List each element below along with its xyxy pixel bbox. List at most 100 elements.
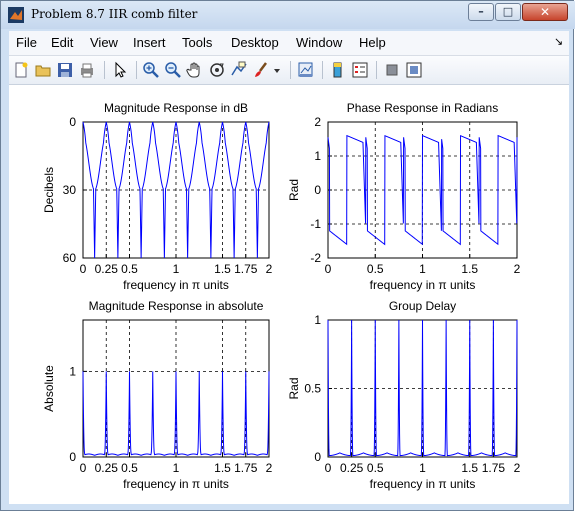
insert-legend-icon[interactable]: [351, 61, 369, 79]
show-plot-tools-icon[interactable]: [405, 61, 423, 79]
data-cursor-icon[interactable]: [230, 61, 248, 79]
minimize-icon: –: [478, 5, 484, 18]
x-tick-label: 0.5: [367, 262, 384, 276]
y-tick-label: 2: [314, 115, 321, 129]
dock-arrow-icon[interactable]: ↘: [554, 35, 563, 48]
hide-plot-tools-icon[interactable]: [383, 61, 401, 79]
subplot-3: [82, 319, 270, 458]
zoom-in-icon[interactable]: [142, 61, 160, 79]
close-button[interactable]: ✕: [522, 3, 568, 21]
insert-colorbar-icon[interactable]: [329, 61, 347, 79]
zoom-out-icon[interactable]: [164, 61, 182, 79]
figure-toolbar: [9, 56, 569, 85]
figure-canvas: 0 0.25 0.5 1 1.5 1.75 2 0 30 60 Magnitude Response…: [9, 85, 569, 504]
x-tick-label: 1: [173, 262, 180, 276]
x-tick-label: 1: [419, 461, 426, 475]
figure-window: Problem 8.7 IIR comb filter – □ ✕ File E…: [0, 0, 575, 511]
new-figure-icon[interactable]: [12, 61, 30, 79]
y-tick-label: 0: [314, 183, 321, 197]
x-axis-label: frequency in π units: [370, 278, 476, 292]
x-tick-label: 0: [80, 262, 87, 276]
toolbar-separator: [290, 61, 291, 79]
maximize-button[interactable]: □: [495, 3, 521, 21]
x-tick-label: 1.75: [234, 461, 258, 475]
menu-file[interactable]: File: [16, 35, 37, 50]
y-tick-label: 0: [314, 450, 321, 464]
menu-view[interactable]: View: [90, 35, 118, 50]
x-tick-label: 0.25: [95, 262, 119, 276]
figure-plots: 0 0.25 0.5 1 1.5 1.75 203060Magnitude Response…: [42, 101, 521, 491]
y-axis-label: Rad: [287, 377, 301, 399]
edit-plot-arrow-icon[interactable]: [111, 61, 129, 79]
subplot-title: Magnitude Response in absolute: [89, 299, 264, 313]
subplot-1: [82, 121, 270, 259]
y-axis-label: Absolute: [42, 365, 56, 412]
x-tick-label: 2: [266, 461, 273, 475]
toolbar-separator: [136, 61, 137, 79]
menu-desktop[interactable]: Desktop: [231, 35, 279, 50]
x-tick-label: 1.75: [234, 262, 258, 276]
open-file-icon[interactable]: [34, 61, 52, 79]
toolbar-separator: [104, 61, 105, 79]
x-tick-label: 1: [419, 262, 426, 276]
y-tick-label: 0.5: [304, 382, 321, 396]
x-tick-label: 2: [514, 461, 521, 475]
save-icon[interactable]: [56, 61, 74, 79]
subplot-title: Magnitude Response in dB: [104, 101, 248, 115]
subplot-2: [327, 121, 518, 259]
y-tick-label: 0: [69, 450, 76, 464]
menu-bar: File Edit View Insert Tools Desktop Wind…: [9, 31, 569, 56]
subplot-title: Group Delay: [389, 299, 456, 313]
x-tick-label: 0.25: [340, 461, 364, 475]
x-tick-label: 2: [266, 262, 273, 276]
x-tick-label: 0: [325, 461, 332, 475]
brush-icon[interactable]: [252, 61, 270, 79]
pan-hand-icon[interactable]: [186, 61, 204, 79]
x-tick-label: 2: [514, 262, 521, 276]
y-tick-label: 30: [63, 183, 77, 197]
x-tick-label: 0: [80, 461, 87, 475]
minimize-button[interactable]: –: [468, 3, 494, 21]
y-tick-label: -2: [310, 251, 321, 265]
x-tick-label: 1.5: [214, 461, 231, 475]
brush-dropdown-icon[interactable]: [272, 61, 282, 79]
menu-insert[interactable]: Insert: [133, 35, 166, 50]
y-tick-label: 1: [69, 364, 76, 378]
y-tick-label: 1: [314, 313, 321, 327]
x-tick-label: 0.5: [121, 262, 138, 276]
subplot-title: Phase Response in Radians: [347, 101, 498, 115]
subplot-4: [327, 319, 518, 458]
menu-help[interactable]: Help: [359, 35, 386, 50]
close-icon: ✕: [539, 5, 551, 19]
y-axis-label: Decibels: [42, 167, 56, 213]
x-tick-label: 1.5: [461, 461, 478, 475]
x-axis-label: frequency in π units: [370, 477, 476, 491]
toolbar-separator: [322, 61, 323, 79]
menu-window[interactable]: Window: [296, 35, 342, 50]
x-axis-label: frequency in π units: [123, 278, 229, 292]
print-icon[interactable]: [78, 61, 96, 79]
rotate-3d-icon[interactable]: [208, 61, 226, 79]
y-tick-label: 0: [69, 115, 76, 129]
maximize-icon: □: [502, 5, 514, 18]
matlab-logo-icon: [8, 7, 24, 23]
y-tick-label: 60: [63, 251, 77, 265]
y-axis-label: Rad: [287, 179, 301, 201]
x-tick-label: 0.5: [121, 461, 138, 475]
x-tick-label: 1: [173, 461, 180, 475]
y-tick-label: -1: [310, 217, 321, 231]
x-tick-label: 1.5: [461, 262, 478, 276]
x-tick-label: 1.75: [482, 461, 506, 475]
y-tick-label: 1: [314, 149, 321, 163]
x-tick-label: 1.5: [214, 262, 231, 276]
toolbar-separator: [376, 61, 377, 79]
x-axis-label: frequency in π units: [123, 477, 229, 491]
menu-tools[interactable]: Tools: [182, 35, 212, 50]
x-tick-label: 0.25: [95, 461, 119, 475]
title-bar[interactable]: Problem 8.7 IIR comb filter – □ ✕: [1, 1, 575, 29]
x-tick-label: 0: [325, 262, 332, 276]
window-title: Problem 8.7 IIR comb filter: [31, 7, 198, 21]
menu-edit[interactable]: Edit: [51, 35, 73, 50]
link-plot-icon[interactable]: [297, 61, 315, 79]
x-tick-label: 0.5: [367, 461, 384, 475]
